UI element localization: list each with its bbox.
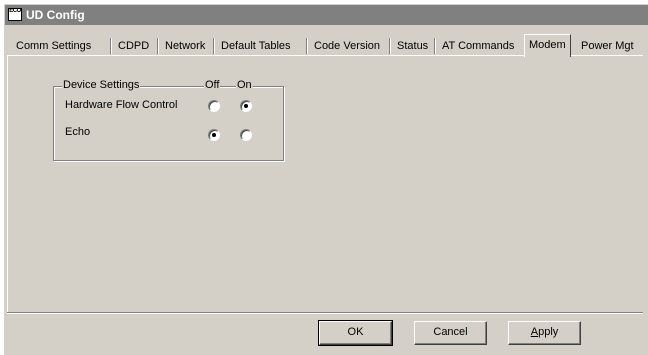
tab-code-version[interactable]: Code Version [310, 38, 384, 56]
tab-comm-settings[interactable]: Comm Settings [12, 38, 95, 56]
apply-label-post: pply [538, 326, 559, 338]
tab-power-mgt[interactable]: Power Mgt [577, 38, 638, 56]
device-settings-group [53, 86, 284, 161]
column-off-label: Off [204, 79, 221, 91]
tab-strip: Comm Settings CDPD Network Default Table… [0, 34, 648, 57]
window-title: UD Config [26, 8, 85, 22]
button-divider [7, 312, 643, 314]
ok-button[interactable]: OK [318, 320, 393, 346]
echo-on-radio[interactable] [240, 129, 252, 141]
hardware-flow-control-off-radio[interactable] [208, 100, 220, 112]
tab-separator [157, 38, 159, 54]
tab-separator [306, 38, 308, 54]
cancel-button[interactable]: Cancel [414, 321, 487, 345]
tab-network[interactable]: Network [161, 38, 209, 56]
tab-separator [110, 38, 112, 54]
apply-button[interactable]: Apply [508, 321, 581, 345]
tab-modem[interactable]: Modem [524, 34, 571, 57]
tab-separator [389, 38, 391, 54]
apply-label-accel: A [530, 326, 539, 338]
hardware-flow-control-on-radio[interactable] [240, 100, 252, 112]
tab-separator [434, 38, 436, 54]
app-icon: ECO [8, 8, 22, 21]
echo-off-radio[interactable] [208, 129, 220, 141]
tab-at-commands[interactable]: AT Commands [438, 38, 518, 56]
column-on-label: On [236, 79, 253, 91]
tab-separator [213, 38, 215, 54]
tab-status[interactable]: Status [393, 38, 432, 56]
tab-default-tables[interactable]: Default Tables [217, 38, 295, 56]
hardware-flow-control-label: Hardware Flow Control [65, 99, 178, 111]
tab-cdpd[interactable]: CDPD [114, 38, 153, 56]
device-settings-header: Device Settings [62, 79, 141, 91]
echo-label: Echo [65, 126, 91, 138]
title-bar: ECO UD Config [5, 5, 648, 25]
